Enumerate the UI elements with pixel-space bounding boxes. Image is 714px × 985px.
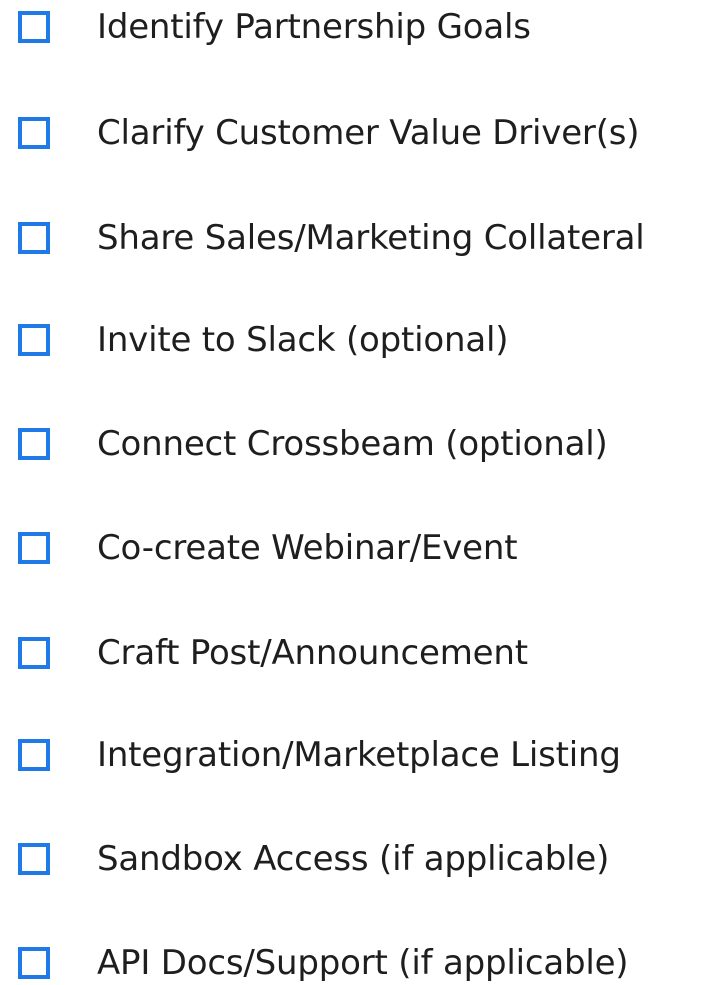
checklist-item[interactable]: Sandbox Access (if applicable) [0,824,714,894]
checkbox-share-sales-marketing-collateral[interactable] [18,222,50,254]
checklist-item[interactable]: Co-create Webinar/Event [0,513,714,583]
checklist-item[interactable]: Craft Post/Announcement [0,618,714,688]
checkbox-connect-crossbeam[interactable] [18,428,50,460]
checkbox-clarify-customer-value-drivers[interactable] [18,117,50,149]
checklist-item-label: Craft Post/Announcement [97,633,528,673]
checklist-item-label: Co-create Webinar/Event [97,528,518,568]
checklist-item[interactable]: Integration/Marketplace Listing [0,720,714,790]
checklist-item[interactable]: Share Sales/Marketing Collateral [0,203,714,273]
checklist-item-label: Share Sales/Marketing Collateral [97,218,645,258]
checkbox-api-docs-support[interactable] [18,947,50,979]
checklist-item-label: Connect Crossbeam (optional) [97,424,608,464]
checklist-item-label: Identify Partnership Goals [97,7,531,47]
checklist-item-label: Integration/Marketplace Listing [97,735,621,775]
checklist-item[interactable]: API Docs/Support (if applicable) [0,928,714,985]
checklist-item-label: Clarify Customer Value Driver(s) [97,113,640,153]
checkbox-co-create-webinar-event[interactable] [18,532,50,564]
checkbox-identify-partnership-goals[interactable] [18,11,50,43]
checkbox-integration-marketplace-listing[interactable] [18,739,50,771]
checklist-item-label: Sandbox Access (if applicable) [97,839,610,879]
checklist-item[interactable]: Invite to Slack (optional) [0,305,714,375]
checkbox-invite-to-slack[interactable] [18,324,50,356]
checklist-item-label: Invite to Slack (optional) [97,320,509,360]
checklist: Identify Partnership Goals Clarify Custo… [0,0,714,985]
checkbox-sandbox-access[interactable] [18,843,50,875]
checklist-item-label: API Docs/Support (if applicable) [97,943,629,983]
checklist-item[interactable]: Connect Crossbeam (optional) [0,409,714,479]
checklist-item[interactable]: Clarify Customer Value Driver(s) [0,98,714,168]
checklist-item[interactable]: Identify Partnership Goals [0,0,714,62]
checkbox-craft-post-announcement[interactable] [18,637,50,669]
